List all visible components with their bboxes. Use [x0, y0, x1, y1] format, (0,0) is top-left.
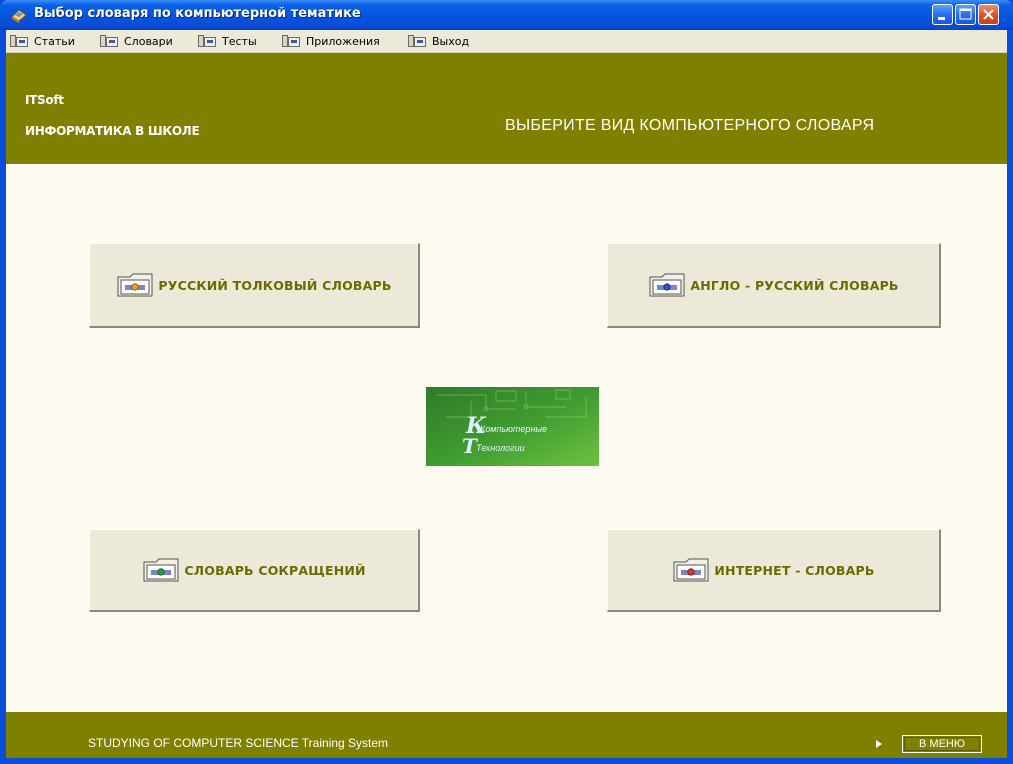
cabinet-icon: [282, 35, 300, 47]
folder-icon: [143, 558, 179, 582]
window-title: Выбор словаря по компьютерной тематике: [34, 6, 361, 21]
brand-name: ITSoft: [25, 93, 64, 107]
logo-line1: Компьютерные: [480, 424, 547, 434]
maximize-icon: [959, 8, 972, 20]
books-icon: [11, 9, 27, 23]
footer-panel: [6, 712, 1007, 758]
menu-item-exit[interactable]: Выход: [408, 33, 469, 49]
folder-icon: [649, 273, 685, 297]
button-label: ИНТЕРНЕТ - СЛОВАРЬ: [714, 562, 875, 578]
button-label: РУССКИЙ ТОЛКОВЫЙ СЛОВАРЬ: [158, 277, 392, 293]
abbreviations-dictionary-button[interactable]: СЛОВАРЬ СОКРАЩЕНИЙ: [89, 529, 420, 612]
menu-item-label: Статьи: [34, 34, 75, 48]
header-panel: [6, 53, 1007, 164]
button-label: СЛОВАРЬ СОКРАЩЕНИЙ: [184, 562, 366, 578]
logo-line2: Технологии: [476, 443, 525, 453]
menu-item-articles[interactable]: Статьи: [10, 33, 75, 49]
title-bar[interactable]: Выбор словаря по компьютерной тематике: [0, 0, 1013, 30]
minimize-button[interactable]: [932, 4, 953, 25]
menu-item-label: Словари: [124, 34, 173, 48]
menu-item-tests[interactable]: Тесты: [198, 33, 257, 49]
cabinet-icon: [100, 35, 118, 47]
footer-text: STUDYING OF COMPUTER SCIENCE Training Sy…: [88, 736, 389, 750]
english-russian-dictionary-button[interactable]: АНГЛО - РУССКИЙ СЛОВАРЬ: [607, 243, 941, 328]
russian-dictionary-button[interactable]: РУССКИЙ ТОЛКОВЫЙ СЛОВАРЬ: [89, 243, 420, 328]
cabinet-icon: [408, 35, 426, 47]
menu-item-label: Тесты: [222, 34, 257, 48]
close-button[interactable]: [978, 4, 999, 25]
cabinet-icon: [10, 35, 28, 47]
folder-icon: [117, 273, 153, 297]
menu-bar: Статьи Словари Тесты Приложения Выход: [6, 30, 1007, 53]
menu-item-applications[interactable]: Приложения: [282, 33, 380, 49]
brand-subtitle: ИНФОРМАТИКА В ШКОЛЕ: [25, 124, 200, 138]
play-arrow-icon: [876, 740, 882, 748]
close-icon: [983, 9, 994, 20]
menu-item-label: Выход: [432, 34, 470, 48]
maximize-button[interactable]: [955, 4, 976, 25]
menu-item-dictionaries[interactable]: Словари: [100, 33, 173, 49]
company-logo: К Т Компьютерные Технологии: [426, 387, 599, 466]
button-label: АНГЛО - РУССКИЙ СЛОВАРЬ: [690, 277, 899, 293]
page-title: ВЫБЕРИТЕ ВИД КОМПЬЮТЕРНОГО СЛОВАРЯ: [505, 117, 875, 134]
cabinet-icon: [198, 35, 216, 47]
back-to-menu-button[interactable]: В МЕНЮ: [902, 735, 982, 753]
folder-icon: [673, 558, 709, 582]
internet-dictionary-button[interactable]: ИНТЕРНЕТ - СЛОВАРЬ: [607, 529, 941, 612]
minimize-icon: [938, 17, 945, 20]
menu-item-label: Приложения: [306, 34, 380, 48]
app-window: Выбор словаря по компьютерной тематике С…: [0, 0, 1013, 764]
